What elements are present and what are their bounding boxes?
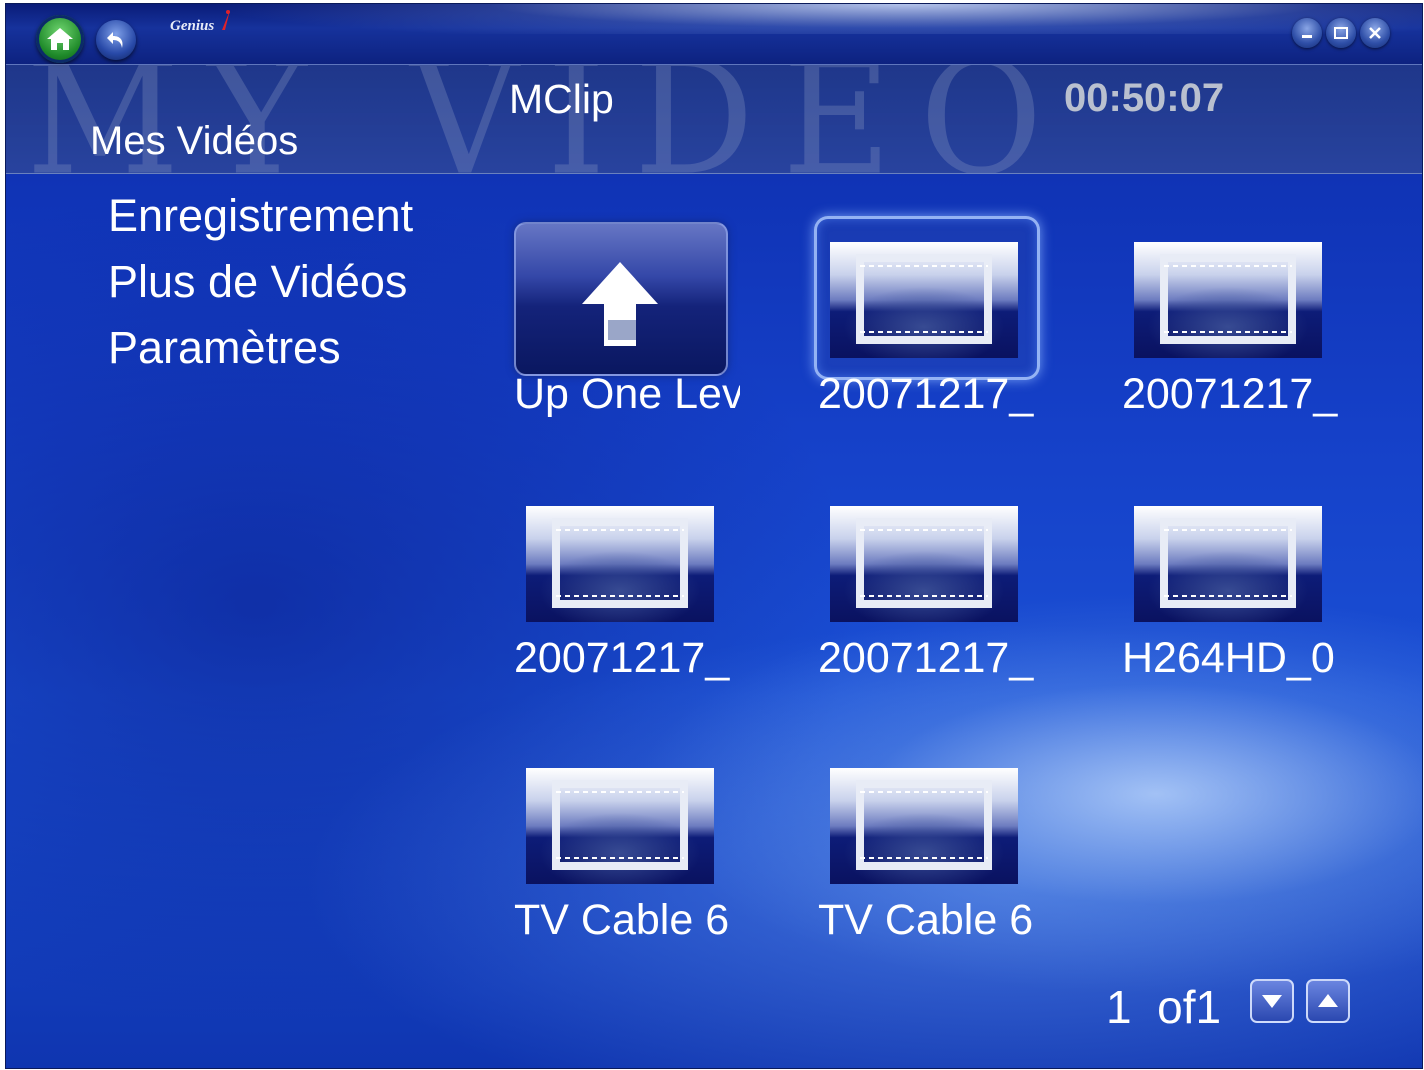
maximize-button[interactable] bbox=[1326, 18, 1356, 48]
grid-item-video[interactable]: TV Cable 6 bbox=[512, 748, 792, 968]
genius-logo: Genius bbox=[170, 10, 240, 40]
media-center-window: Genius MY VIDEO Mes Vidéos MClip 00:50:0… bbox=[5, 3, 1423, 1069]
clock: 00:50:07 bbox=[1064, 76, 1225, 120]
film-frame-icon bbox=[856, 254, 992, 344]
app-title: MClip bbox=[509, 76, 614, 122]
grid-item-label: 20071217_ bbox=[1122, 370, 1338, 418]
menu-item-parametres[interactable]: Paramètres bbox=[108, 322, 341, 374]
video-thumbnail bbox=[830, 242, 1018, 358]
up-arrow-icon bbox=[582, 262, 658, 346]
page-up-icon bbox=[1318, 994, 1338, 1007]
page-indicator: 1 of1 bbox=[1106, 981, 1222, 1033]
title-bar: Genius bbox=[6, 4, 1422, 64]
page-down-button[interactable] bbox=[1250, 979, 1294, 1023]
film-frame-icon bbox=[1160, 254, 1296, 344]
up-level-thumbnail bbox=[514, 222, 728, 376]
minimize-button[interactable] bbox=[1292, 18, 1322, 48]
film-frame-icon bbox=[856, 518, 992, 608]
minimize-icon bbox=[1302, 35, 1312, 38]
home-icon bbox=[47, 28, 73, 50]
page-up-button[interactable] bbox=[1306, 979, 1350, 1023]
home-button[interactable] bbox=[36, 15, 84, 63]
grid-item-video[interactable]: 20071217_ bbox=[1120, 222, 1400, 442]
video-thumbnail bbox=[1134, 242, 1322, 358]
close-button[interactable] bbox=[1360, 18, 1390, 48]
grid-item-label: H264HD_0 bbox=[1122, 634, 1335, 682]
film-frame-icon bbox=[856, 780, 992, 870]
grid-item-video[interactable]: 20071217_ bbox=[816, 486, 1096, 706]
maximize-icon bbox=[1334, 27, 1348, 39]
grid-item-label: TV Cable 6 bbox=[514, 896, 730, 944]
back-arrow-icon bbox=[107, 32, 123, 48]
video-thumbnail bbox=[526, 768, 714, 884]
video-thumbnail bbox=[526, 506, 714, 622]
grid-item-up-one-level[interactable]: Up One Lev bbox=[512, 222, 792, 442]
grid-item-label: 20071217_ bbox=[514, 634, 730, 682]
logo-swoosh bbox=[222, 10, 230, 30]
page-down-icon bbox=[1262, 995, 1282, 1008]
grid-item-video[interactable]: H264HD_0 bbox=[1120, 486, 1400, 706]
close-icon bbox=[1369, 27, 1381, 39]
back-button[interactable] bbox=[96, 20, 136, 60]
video-thumbnail bbox=[830, 506, 1018, 622]
menu-item-enregistrement[interactable]: Enregistrement bbox=[108, 190, 413, 242]
grid-item-label: Up One Lev bbox=[514, 370, 740, 418]
logo-text: Genius bbox=[170, 18, 215, 34]
grid-item-video[interactable]: 20071217_ bbox=[814, 216, 1096, 442]
film-frame-icon bbox=[552, 518, 688, 608]
film-frame-icon bbox=[552, 780, 688, 870]
grid-item-label: 20071217_ bbox=[818, 370, 1034, 418]
grid-item-label: TV Cable 6 bbox=[818, 896, 1034, 944]
menu-item-plus-de-videos[interactable]: Plus de Vidéos bbox=[108, 256, 407, 308]
grid-item-video[interactable]: TV Cable 6 bbox=[816, 748, 1096, 968]
section-title: Mes Vidéos bbox=[90, 119, 299, 163]
grid-item-label: 20071217_ bbox=[818, 634, 1034, 682]
video-thumbnail bbox=[1134, 506, 1322, 622]
video-thumbnail bbox=[830, 768, 1018, 884]
film-frame-icon bbox=[1160, 518, 1296, 608]
grid-item-video[interactable]: 20071217_ bbox=[512, 486, 792, 706]
